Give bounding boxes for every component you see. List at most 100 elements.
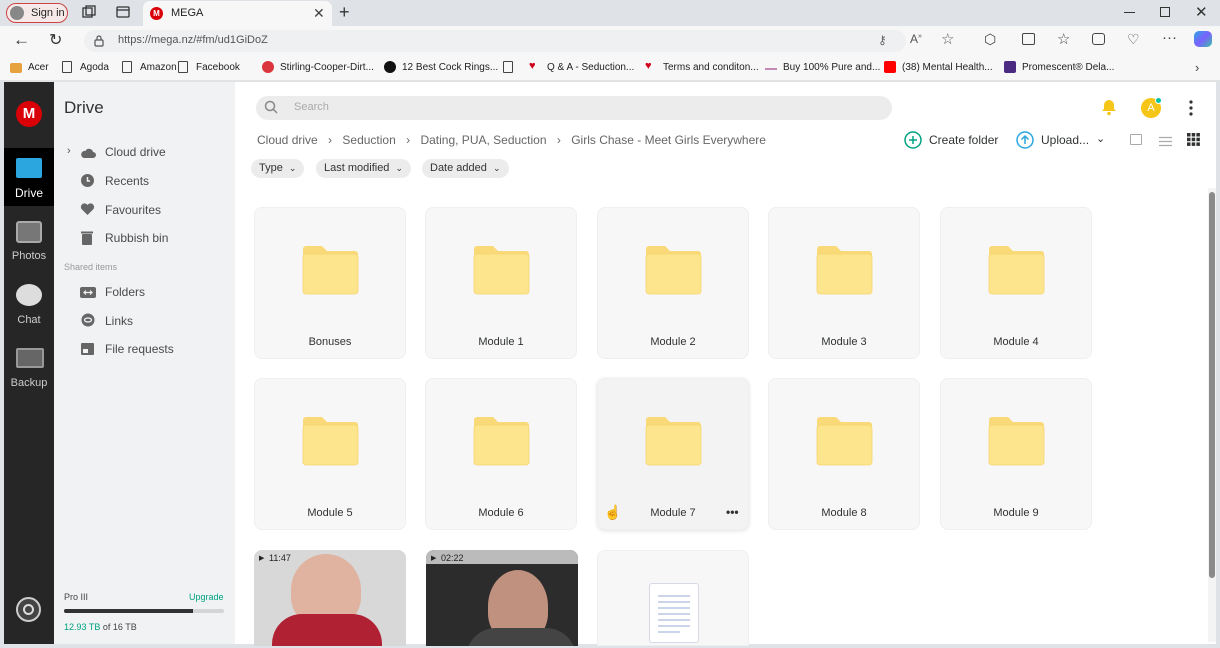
workspaces-icon[interactable] xyxy=(82,5,96,19)
scrollbar-thumb[interactable] xyxy=(1209,192,1215,578)
grid-view-icon[interactable] xyxy=(1187,133,1200,146)
collections-icon[interactable] xyxy=(1092,33,1105,45)
url-field[interactable]: https://mega.nz/#fm/ud1GiDoZ xyxy=(84,30,906,52)
search-icon xyxy=(264,100,278,114)
bookmark-item[interactable]: Promescent® Dela... xyxy=(1022,62,1114,73)
profile-sign-in-button[interactable]: Sign in xyxy=(6,3,68,23)
sidebar-item-links[interactable]: Links xyxy=(105,314,133,328)
extensions-icon[interactable]: ⬡ xyxy=(984,31,996,48)
folder-card[interactable]: Module 1 xyxy=(425,207,577,359)
browser-essentials-icon[interactable]: ♡ xyxy=(1127,31,1140,48)
filter-last-modified[interactable]: Last modified ⌄ xyxy=(316,159,412,178)
search-placeholder: Search xyxy=(294,101,329,113)
bookmark-item[interactable]: 12 Best Cock Rings... xyxy=(402,62,498,73)
folder-card[interactable]: Module 5 xyxy=(254,378,406,530)
link-icon xyxy=(80,313,96,329)
breadcrumb-item-cloud-drive[interactable]: Cloud drive xyxy=(257,133,318,147)
rail-chat[interactable]: Chat xyxy=(4,283,54,333)
notifications-bell-icon[interactable] xyxy=(1100,98,1118,116)
sidebar-item-file-requests[interactable]: File requests xyxy=(105,342,174,356)
bookmark-item[interactable]: Agoda xyxy=(80,62,109,73)
avatar[interactable]: A xyxy=(1141,97,1162,118)
refresh-icon[interactable]: ↻ xyxy=(49,30,62,50)
bookmark-item[interactable]: Acer xyxy=(28,62,49,73)
expand-chevron-icon[interactable]: › xyxy=(67,145,71,157)
folder-card[interactable]: Module 4 xyxy=(940,207,1092,359)
bookmarks-more-icon[interactable]: › xyxy=(1195,60,1199,75)
bookmark-item[interactable]: Buy 100% Pure and... xyxy=(783,62,880,73)
back-icon[interactable]: ← xyxy=(13,30,30,50)
rail-drive[interactable]: Drive xyxy=(4,148,54,206)
play-icon: ▶ xyxy=(259,555,265,562)
breadcrumb-item-seduction[interactable]: Seduction xyxy=(342,133,395,147)
filter-date-added[interactable]: Date added ⌄ xyxy=(422,159,509,178)
video-duration: 11:47 xyxy=(269,553,291,563)
bookmark-item[interactable]: Terms and conditon... xyxy=(663,62,759,73)
mouse-cursor-icon: ☝ xyxy=(604,504,622,520)
search-input[interactable]: Search xyxy=(256,96,892,120)
filter-last-modified-label: Last modified xyxy=(324,162,390,174)
upload-button[interactable]: Upload... ⌄ xyxy=(1016,130,1106,150)
more-options-icon[interactable]: ••• xyxy=(726,505,739,519)
mega-logo-icon[interactable]: M xyxy=(16,101,42,127)
bookmark-item[interactable]: (38) Mental Health... xyxy=(902,62,993,73)
cloud-icon xyxy=(80,146,96,162)
folder-card[interactable]: Module 8 xyxy=(768,378,920,530)
rail-backup[interactable]: Backup xyxy=(4,346,54,396)
account-menu-icon[interactable] xyxy=(16,597,41,622)
plus-circle-icon xyxy=(904,131,922,149)
minimize-icon[interactable] xyxy=(1124,12,1135,13)
folder-card[interactable]: Module 6 xyxy=(425,378,577,530)
video-thumbnail[interactable]: ▶ 11:47 xyxy=(254,550,406,646)
close-tab-icon[interactable]: ✕ xyxy=(313,5,325,22)
folder-name: Module 8 xyxy=(821,507,867,519)
backup-computer-icon xyxy=(16,348,44,368)
folder-card[interactable]: Module 2 xyxy=(597,207,749,359)
read-aloud-icon[interactable]: A» xyxy=(910,32,922,46)
folder-name: Module 4 xyxy=(993,336,1039,348)
folder-icon xyxy=(645,417,702,466)
sidebar-item-recents[interactable]: Recents xyxy=(105,174,149,188)
browser-tab-mega[interactable]: M MEGA ✕ xyxy=(143,1,332,26)
copilot-icon[interactable] xyxy=(1194,31,1212,47)
sign-in-label: Sign in xyxy=(31,7,65,19)
split-screen-icon[interactable] xyxy=(1022,33,1035,45)
list-view-icon[interactable] xyxy=(1159,134,1172,147)
page-icon xyxy=(503,61,513,73)
new-tab-icon[interactable]: + xyxy=(339,2,350,23)
heart-icon: ♥ xyxy=(529,60,536,72)
kebab-menu-icon[interactable] xyxy=(1189,100,1193,116)
bookmark-item[interactable]: Stirling-Cooper-Dirt... xyxy=(280,62,374,73)
photos-icon xyxy=(16,221,42,243)
tab-actions-icon[interactable] xyxy=(116,5,130,19)
restore-icon[interactable] xyxy=(1160,7,1170,17)
sidebar-item-folders[interactable]: Folders xyxy=(105,285,145,299)
rail-photos[interactable]: Photos xyxy=(4,219,54,269)
heart-icon xyxy=(80,202,96,218)
bookmark-item[interactable]: Facebook xyxy=(196,62,240,73)
filter-type-label: Type xyxy=(259,162,283,174)
folder-card[interactable]: Bonuses xyxy=(254,207,406,359)
folder-name: Module 2 xyxy=(650,336,696,348)
bookmark-item[interactable]: Amazon xyxy=(140,62,177,73)
media-view-icon[interactable] xyxy=(1130,134,1142,145)
filter-type[interactable]: Type ⌄ xyxy=(251,159,305,178)
more-options-icon[interactable]: ··· xyxy=(1162,29,1177,46)
document-thumbnail[interactable] xyxy=(597,550,749,646)
favorites-icon[interactable]: ☆ xyxy=(1057,30,1070,48)
upgrade-link[interactable]: Upgrade xyxy=(189,592,224,602)
key-icon[interactable]: ⚷ xyxy=(878,33,887,47)
sidebar-item-cloud-drive[interactable]: Cloud drive xyxy=(105,145,166,159)
video-thumbnail[interactable]: ▶ 02:22 xyxy=(426,550,578,646)
breadcrumb-item-dating[interactable]: Dating, PUA, Seduction xyxy=(420,133,546,147)
breadcrumb-item-current[interactable]: Girls Chase - Meet Girls Everywhere xyxy=(571,133,766,147)
breadcrumb-separator-icon: › xyxy=(406,133,411,147)
close-window-icon[interactable]: ✕ xyxy=(1195,3,1208,21)
folder-card[interactable]: Module 3 xyxy=(768,207,920,359)
favorite-star-icon[interactable]: ☆ xyxy=(941,30,954,48)
bookmark-item[interactable]: Q & A - Seduction... xyxy=(547,62,634,73)
sidebar-item-rubbish-bin[interactable]: Rubbish bin xyxy=(105,231,168,245)
create-folder-button[interactable]: Create folder xyxy=(904,130,1000,150)
folder-card[interactable]: Module 9 xyxy=(940,378,1092,530)
sidebar-item-favourites[interactable]: Favourites xyxy=(105,203,161,217)
